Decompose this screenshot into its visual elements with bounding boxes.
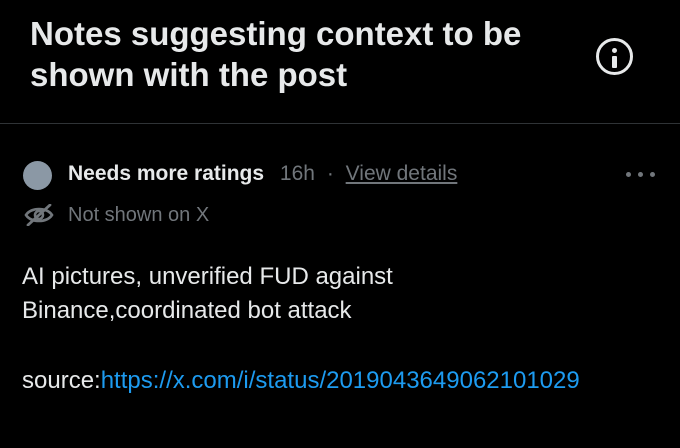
note-text-line: AI pictures, unverified FUD against [22,263,393,290]
info-icon-dot [612,48,617,53]
notes-header: Notes suggesting context to be shown wit… [0,0,680,124]
eye-off-icon [24,204,54,226]
note-text-line: Binance,coordinated bot attack [22,297,352,324]
note-text: AI pictures, unverified FUD against Bina… [22,260,658,328]
more-horizontal-icon [626,172,631,177]
more-options-button[interactable] [624,165,658,185]
source-link[interactable]: https://x.com/i/status/20190436490621010… [101,367,580,394]
status-label: Needs more ratings [68,162,265,185]
more-horizontal-icon [650,172,655,177]
visibility-label: Not shown on X [68,204,210,226]
note-meta: Needs more ratings 16h · View details [68,159,457,189]
source-prefix: source: [22,367,101,394]
info-icon-bar [612,56,617,68]
note-source: source:https://x.com/i/status/2019043649… [22,364,662,398]
status-indicator [23,161,52,190]
info-icon[interactable] [596,38,633,75]
view-details-link[interactable]: View details [346,162,458,185]
meta-separator: · [326,162,334,185]
note-time: 16h [279,162,315,185]
more-horizontal-icon [638,172,643,177]
page-title: Notes suggesting context to be shown wit… [30,15,522,93]
